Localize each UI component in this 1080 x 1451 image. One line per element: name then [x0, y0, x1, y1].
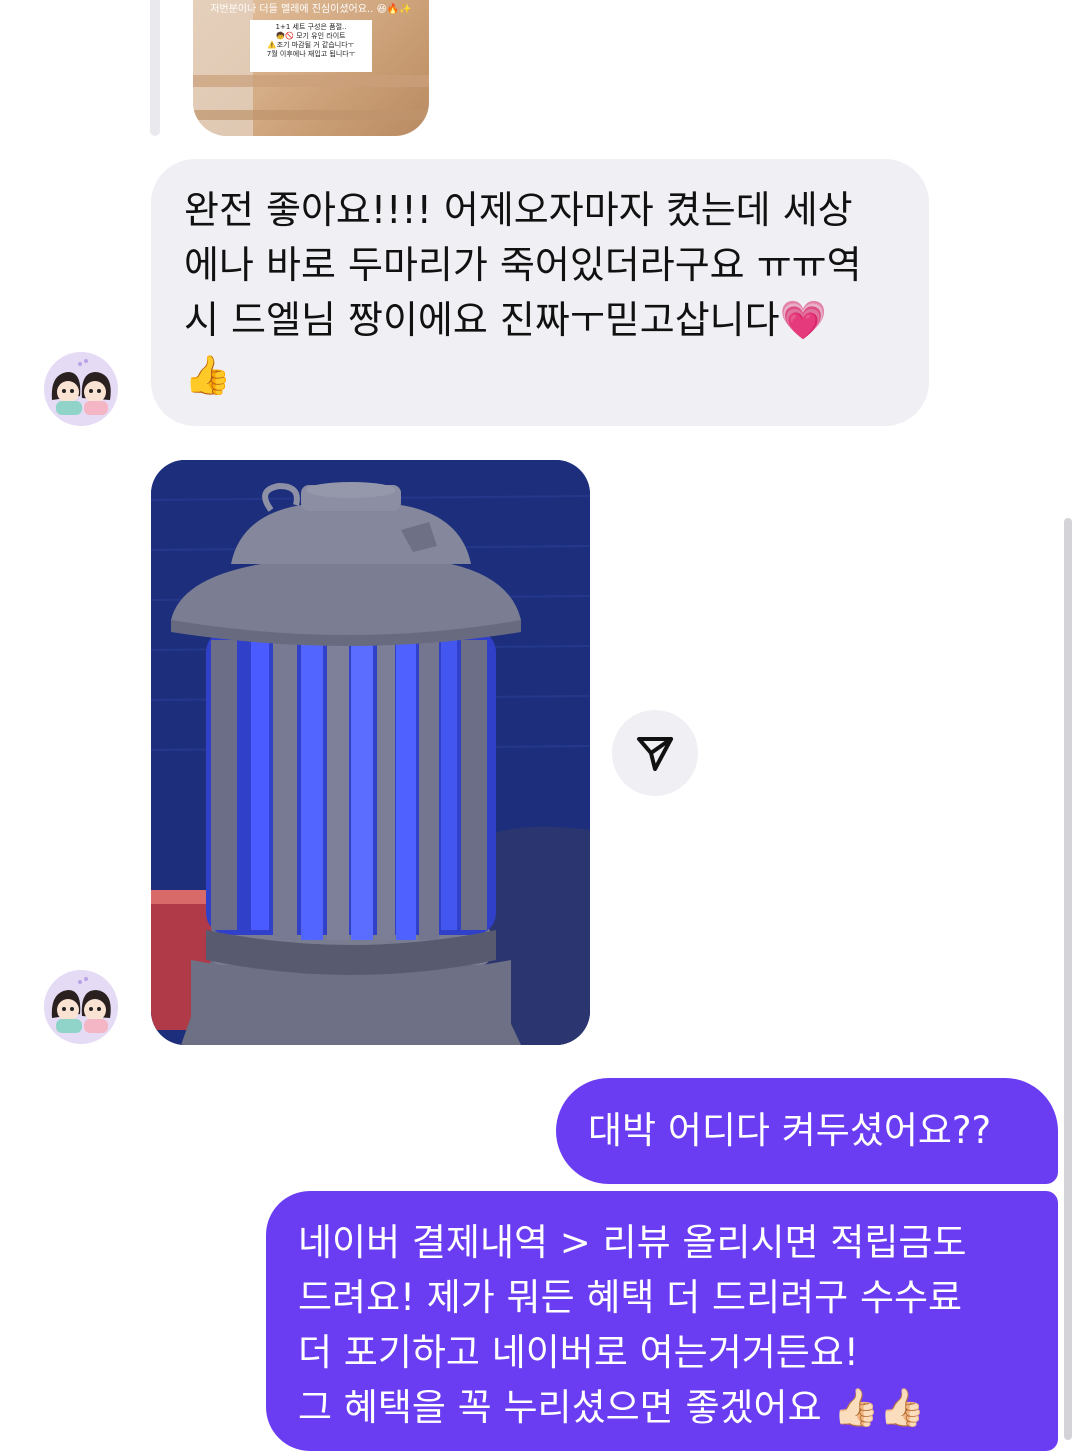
message-line: 완전 좋아요!!!! 어제오자마자 켰는데 세상 — [184, 188, 853, 232]
note-line: 1+1 세트 구성은 품절.. — [275, 23, 347, 31]
sender-avatar[interactable] — [44, 352, 118, 426]
reply-thread-line — [150, 0, 160, 136]
lamp-photo — [151, 460, 590, 1045]
avatar-icon — [44, 352, 118, 426]
message-line: 네이버 결제내역 > 리뷰 올리시면 적립금도 — [298, 1221, 967, 1264]
message-line: 에나 바로 두마리가 죽어있더라구요 ㅠㅠ역 — [184, 243, 862, 287]
message-line: 그 혜택을 꼭 누리셨으면 좋겠어요 👍🏻👍🏻 — [298, 1386, 926, 1429]
message-line: 더 포기하고 네이버로 여는거거든요! — [298, 1331, 859, 1374]
story-note: 1+1 세트 구성은 품절.. 🧒🚫 모기 유인 라이트 ⚠️조기 마감될 거 … — [250, 20, 372, 72]
incoming-photo-mosquito-lamp[interactable] — [151, 460, 590, 1045]
sender-avatar[interactable] — [44, 970, 118, 1044]
outgoing-message-bubble[interactable]: 네이버 결제내역 > 리뷰 올리시면 적립금도 드려요! 제가 뭐든 혜택 더 … — [266, 1191, 1058, 1451]
share-button[interactable] — [612, 710, 698, 796]
scrollbar[interactable] — [1064, 518, 1072, 1440]
message-line: 드려요! 제가 뭐든 혜택 더 드리려구 수수료 — [298, 1276, 963, 1319]
message-line: 👍 — [184, 353, 232, 397]
note-line: ⚠️조기 마감될 거 같습니다ㅜ — [267, 41, 355, 49]
note-line: 7월 이후에나 재입고 됩니다ㅜ — [266, 50, 356, 58]
avatar-icon — [44, 970, 118, 1044]
shared-story-image[interactable]: 저번분이나 더들 멜레에 진심이셨어요.. 😆🔥✨ 1+1 세트 구성은 품절.… — [193, 0, 429, 136]
message-line: 대박 어디다 켜두셨어요?? — [588, 1109, 992, 1152]
stair-edge — [193, 110, 429, 120]
send-icon — [637, 737, 673, 771]
note-line: 🧒🚫 모기 유인 라이트 — [276, 32, 346, 40]
story-caption: 저번분이나 더들 멜레에 진심이셨어요.. 😆🔥✨ — [210, 4, 412, 15]
message-line: 시 드엘님 짱이에요 진짜ㅜ믿고삽니다💗 — [184, 298, 827, 342]
outgoing-message-bubble[interactable]: 대박 어디다 켜두셨어요?? — [556, 1078, 1058, 1184]
incoming-message-bubble[interactable]: 완전 좋아요!!!! 어제오자마자 켰는데 세상 에나 바로 두마리가 죽어있더… — [151, 159, 929, 426]
stair-edge — [193, 75, 429, 87]
